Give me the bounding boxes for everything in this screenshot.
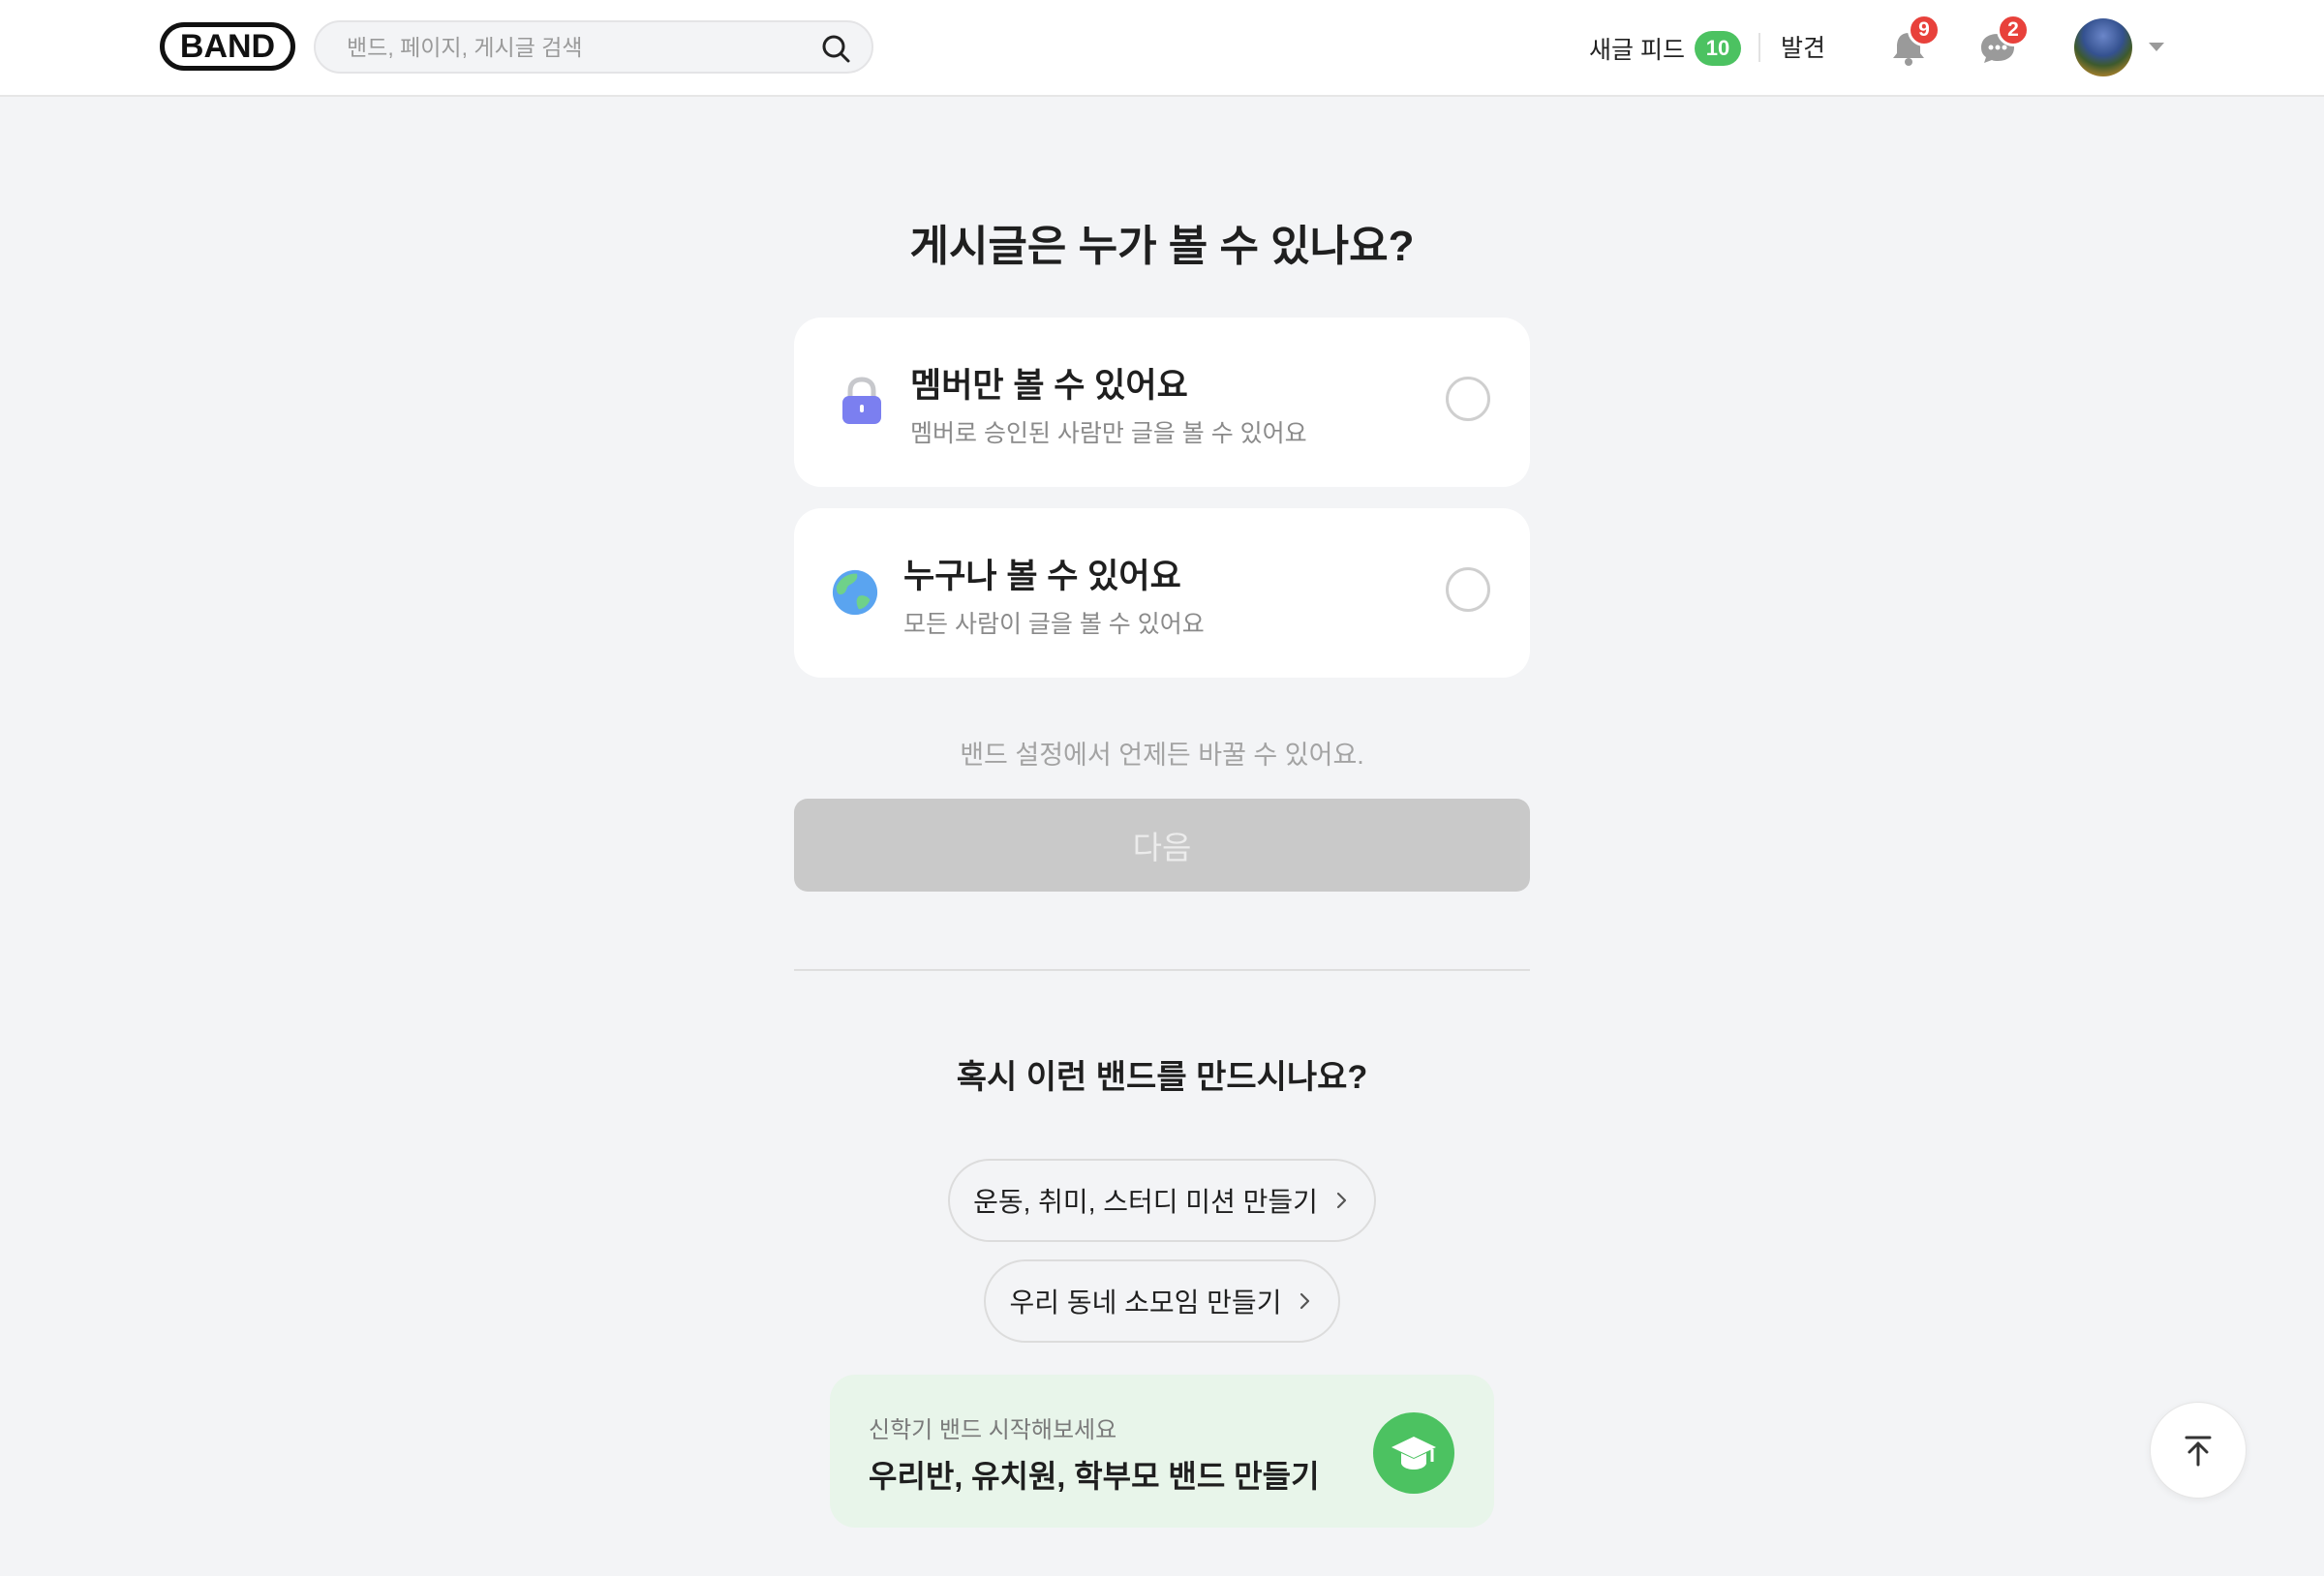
promo-subtitle: 신학기 밴드 시작해보세요 — [869, 1417, 1117, 1443]
visibility-option-public[interactable]: 누구나 볼 수 있어요 모든 사람이 글을 볼 수 있어요 — [794, 508, 1530, 678]
header-divider — [1758, 33, 1760, 62]
next-button[interactable]: 다음 — [794, 799, 1530, 892]
band-logo[interactable]: BAND — [160, 22, 295, 71]
create-local-group-button[interactable]: 우리 동네 소모임 만들기 — [984, 1259, 1340, 1343]
arrow-up-icon — [2185, 1436, 2212, 1467]
globe-icon — [832, 569, 878, 616]
create-mission-band-button[interactable]: 운동, 취미, 스터디 미션 만들기 — [948, 1159, 1376, 1242]
chats-button[interactable]: 2 — [1973, 14, 2030, 72]
scroll-to-top-button[interactable] — [2150, 1402, 2247, 1499]
settings-hint: 밴드 설정에서 언제든 바꿀 수 있어요. — [960, 741, 1364, 770]
discover-link[interactable]: 발견 — [1781, 29, 1825, 68]
pill-label: 우리 동네 소모임 만들기 — [1009, 1288, 1282, 1318]
radio-public[interactable] — [1446, 567, 1490, 612]
chevron-right-icon — [1336, 1192, 1347, 1209]
option-description: 멤버로 승인된 사람만 글을 볼 수 있어요 — [910, 420, 1307, 447]
notifications-button[interactable]: 9 — [1884, 14, 1941, 72]
top-header: BAND 새글 피드 10 발견 9 2 — [0, 0, 2324, 97]
search-icon[interactable] — [819, 32, 852, 65]
feed-label: 새글 피드 — [1589, 37, 1685, 64]
new-post-feed-link[interactable]: 새글 피드 10 — [1589, 29, 1741, 68]
chats-badge: 2 — [1997, 14, 2030, 46]
profile-avatar[interactable] — [2074, 18, 2132, 76]
graduation-cap-icon — [1373, 1412, 1454, 1494]
page-title: 게시글은 누가 볼 수 있나요? — [909, 223, 1415, 270]
feed-count-badge: 10 — [1694, 31, 1741, 66]
search-input[interactable] — [345, 22, 794, 74]
option-title: 멤버만 볼 수 있어요 — [910, 367, 1188, 405]
school-band-promo[interactable]: 신학기 밴드 시작해보세요 우리반, 유치원, 학부모 밴드 만들기 — [830, 1375, 1494, 1528]
lock-icon — [842, 377, 881, 424]
visibility-option-members[interactable]: 멤버만 볼 수 있어요 멤버로 승인된 사람만 글을 볼 수 있어요 — [794, 318, 1530, 487]
notifications-badge: 9 — [1908, 14, 1941, 46]
option-title: 누구나 볼 수 있어요 — [903, 558, 1181, 595]
pill-label: 운동, 취미, 스터디 미션 만들기 — [973, 1187, 1318, 1217]
chevron-right-icon — [1300, 1292, 1310, 1310]
suggest-title: 혹시 이런 밴드를 만드시나요? — [956, 1059, 1368, 1096]
option-description: 모든 사람이 글을 볼 수 있어요 — [903, 611, 1205, 638]
search-bar[interactable] — [314, 20, 873, 74]
chevron-down-icon[interactable] — [2149, 43, 2164, 51]
section-divider — [794, 969, 1530, 971]
radio-members[interactable] — [1446, 377, 1490, 421]
promo-title: 우리반, 유치원, 학부모 밴드 만들기 — [869, 1459, 1320, 1494]
